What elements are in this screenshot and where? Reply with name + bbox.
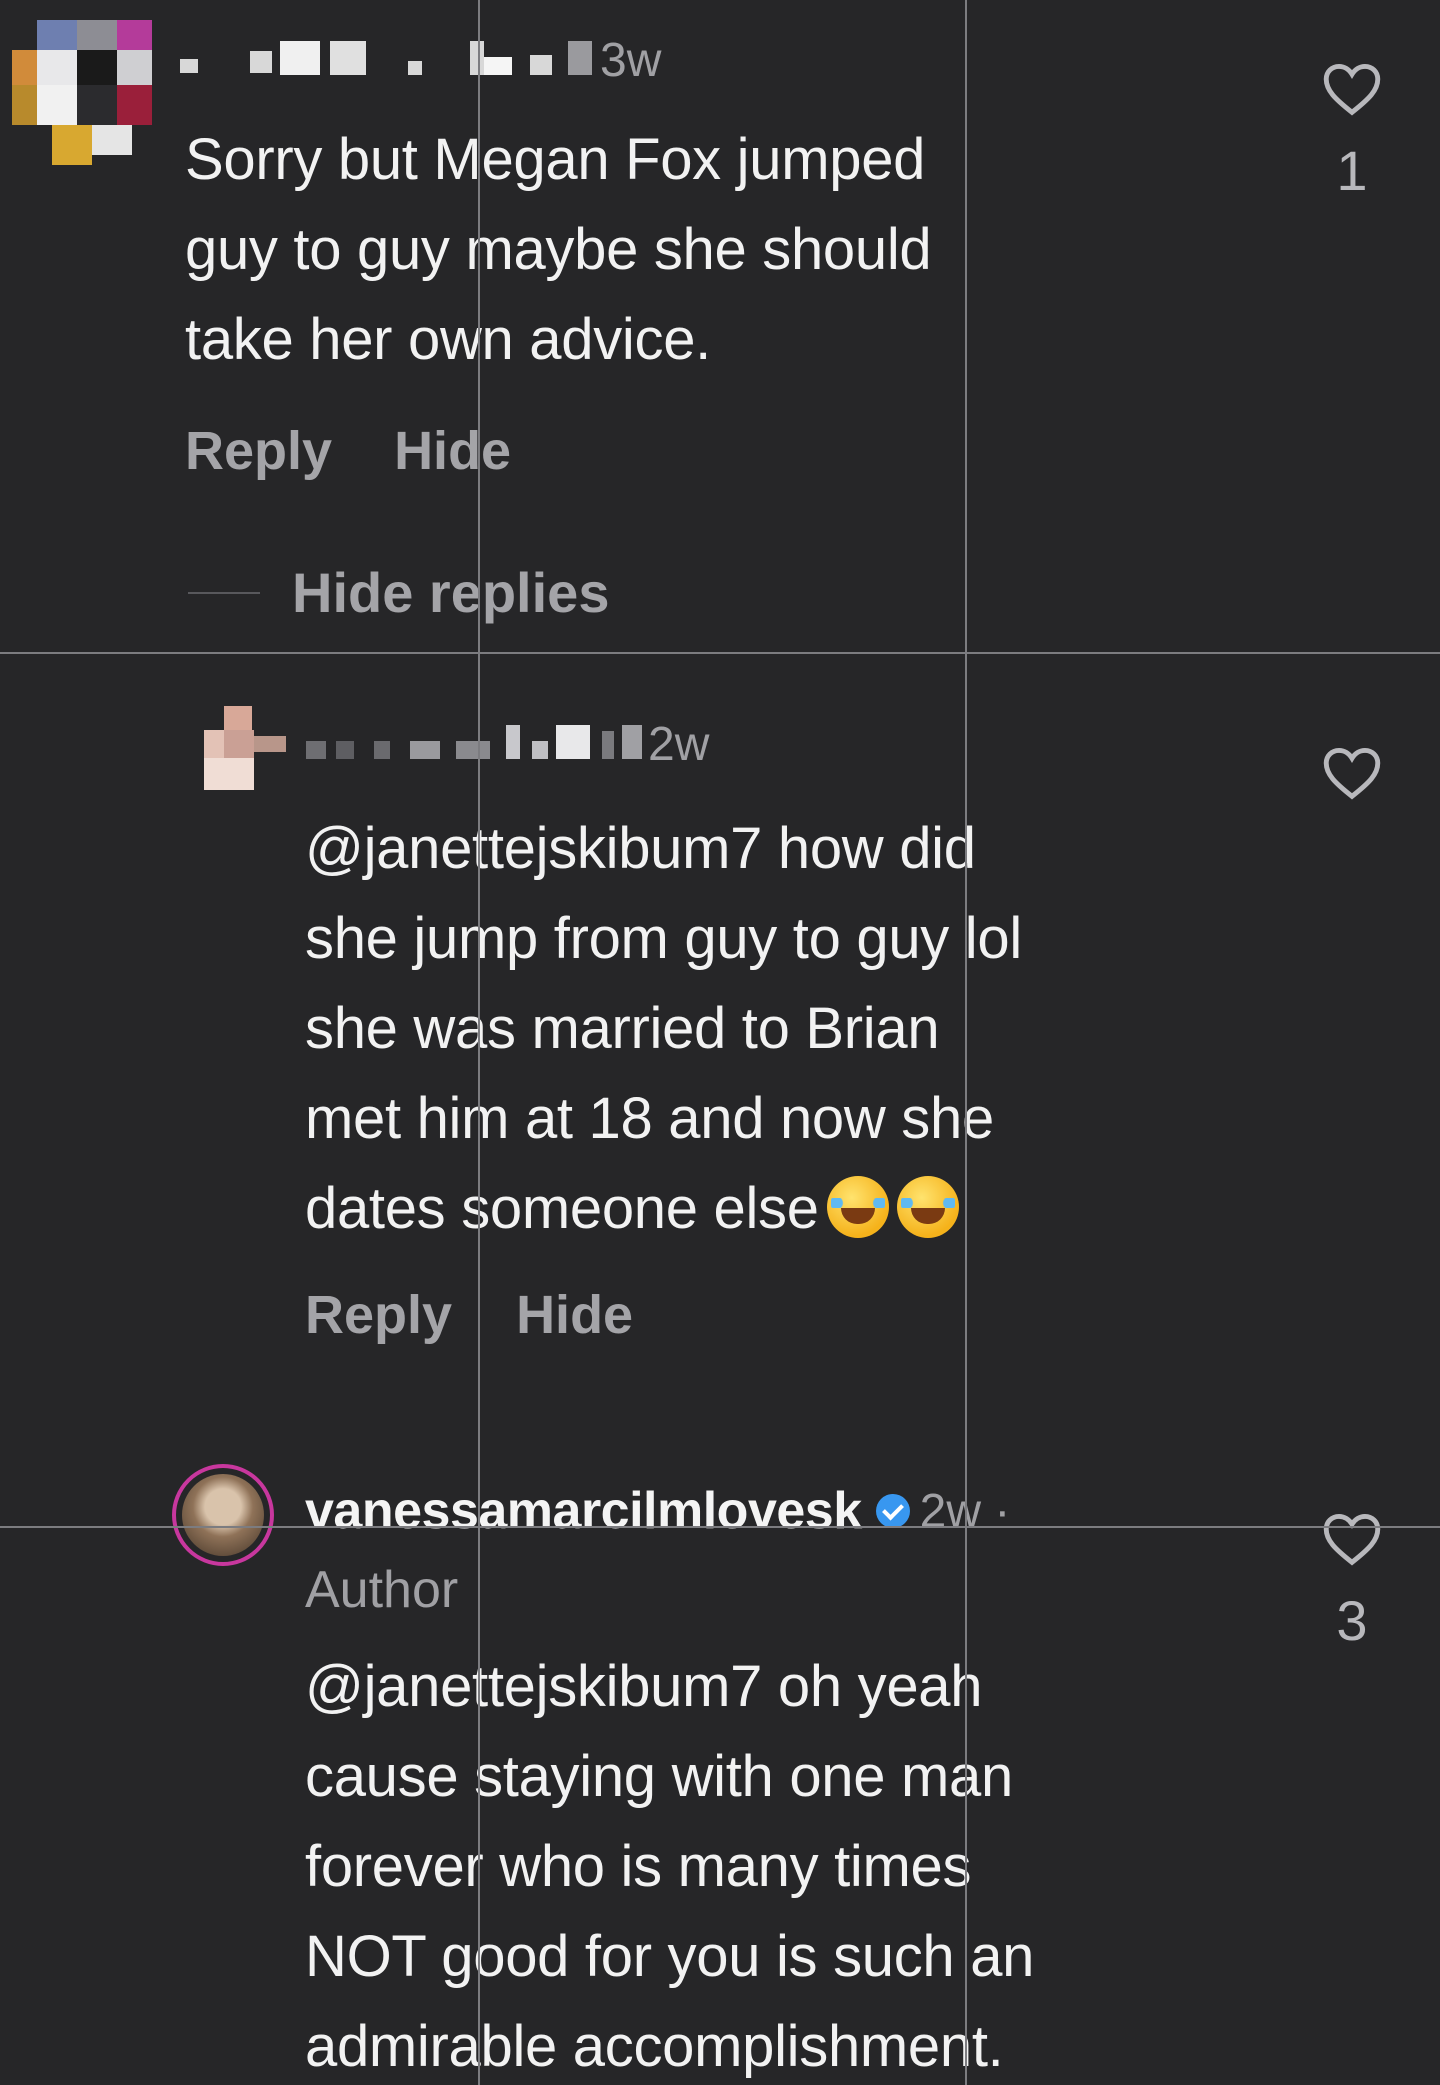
hide-button[interactable]: Hide bbox=[516, 1284, 633, 1346]
grid-line-vertical bbox=[478, 0, 480, 2085]
laughing-emoji-icon bbox=[896, 1176, 959, 1238]
heart-icon[interactable] bbox=[1322, 746, 1382, 800]
pixelated-avatar[interactable] bbox=[12, 20, 152, 165]
hide-button[interactable]: Hide bbox=[394, 420, 511, 482]
verified-badge-icon bbox=[875, 1494, 910, 1528]
like-control bbox=[1322, 746, 1382, 800]
like-count: 1 bbox=[1336, 139, 1368, 202]
reply-button[interactable]: Reply bbox=[305, 1284, 452, 1346]
comment-1: 3w Sorry but Megan Fox jumped guy to guy… bbox=[0, 0, 1440, 650]
grid-line-horizontal bbox=[0, 1526, 1440, 1528]
avatar-photo bbox=[182, 1474, 264, 1556]
author-label: Author bbox=[305, 1561, 459, 1619]
like-count: 3 bbox=[1336, 1589, 1368, 1652]
grid-line-vertical bbox=[965, 0, 967, 2085]
comments-screen: 3w Sorry but Megan Fox jumped guy to guy… bbox=[0, 0, 1440, 2085]
like-control: 3 bbox=[1322, 1512, 1382, 1653]
grid-line-horizontal bbox=[0, 652, 1440, 654]
hide-replies-button[interactable]: Hide replies bbox=[188, 560, 609, 625]
heart-icon[interactable] bbox=[1322, 1512, 1382, 1566]
comment-meta: 3w bbox=[180, 30, 661, 90]
comment-actions: Reply Hide bbox=[185, 420, 511, 482]
username[interactable]: vanessamarcilmlovesk bbox=[305, 1481, 862, 1541]
comment-meta: 2w bbox=[306, 714, 709, 774]
pixelated-username[interactable] bbox=[306, 725, 826, 763]
comment-text: @janettejskibum7 oh yeah cause staying w… bbox=[305, 1654, 1035, 2079]
like-control: 1 bbox=[1322, 62, 1382, 203]
comment-text: Sorry but Megan Fox jumped guy to guy ma… bbox=[185, 127, 932, 372]
comment-text: @janettejskibum7 how did she jump from g… bbox=[305, 816, 1022, 1241]
reply-comment-1: 2w @janettejskibum7 how did she jump fro… bbox=[0, 654, 1440, 1524]
reply-comment-2: vanessamarcilmlovesk 2w · Author @janett… bbox=[0, 1460, 1440, 2085]
divider bbox=[188, 591, 260, 594]
pixelated-username[interactable] bbox=[180, 41, 700, 79]
pixelated-avatar[interactable] bbox=[204, 706, 286, 790]
heart-icon[interactable] bbox=[1322, 62, 1382, 116]
comment-meta: vanessamarcilmlovesk 2w · bbox=[305, 1476, 1010, 1546]
laughing-emoji-icon bbox=[826, 1176, 889, 1238]
reply-button[interactable]: Reply bbox=[185, 420, 332, 482]
comment-actions: Reply Hide bbox=[305, 1284, 633, 1346]
author-avatar[interactable] bbox=[172, 1464, 274, 1566]
